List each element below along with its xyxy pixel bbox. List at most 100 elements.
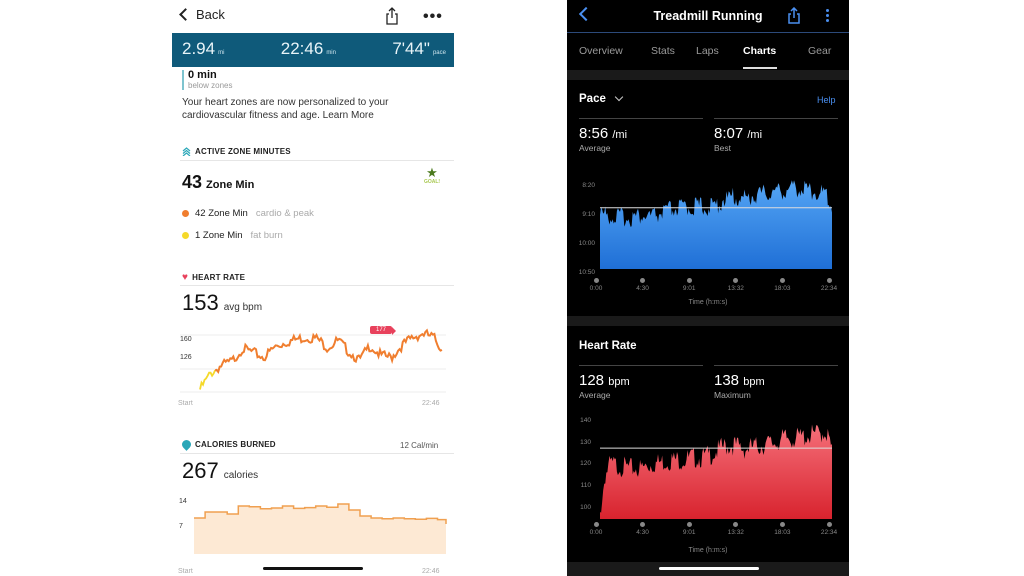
calories-title-text: CALORIES BURNED: [195, 440, 276, 449]
x-tick-dot[interactable]: [593, 278, 599, 283]
divider: [180, 453, 454, 454]
stat-value: 128: [579, 372, 605, 389]
calories-total: 267 calories: [182, 458, 258, 484]
azm-total-value: 43: [182, 172, 203, 192]
share-icon[interactable]: [787, 7, 801, 24]
hr-line: [214, 328, 443, 375]
goal-label: GOAL!: [423, 179, 441, 185]
calories-total-value: 267: [182, 458, 219, 483]
x-tick-dot[interactable]: [593, 522, 599, 527]
hr-warmup-line: [199, 369, 216, 390]
x-tick-label: 0:00: [589, 529, 603, 536]
below-zones-label: below zones: [188, 81, 233, 90]
x-start-label: Start: [178, 568, 193, 575]
x-tick-label: 18:03: [774, 285, 791, 292]
summary-bar: 2.94 mi 22:46 min 7'44" pace: [172, 33, 454, 67]
x-axis-label: Time (h:m:s): [688, 299, 728, 306]
fitbit-app-screen: Back ••• 2.94 mi 22:46 min 7'44" pace 0 …: [172, 0, 454, 576]
tab-charts[interactable]: Charts: [743, 45, 776, 57]
stat-value: 8:07: [714, 125, 744, 142]
stat-unit: bpm: [743, 376, 765, 388]
stat-label: Average: [579, 143, 611, 153]
calories-rate: 12 Cal/min: [400, 441, 439, 450]
hr-average: 128 bpm Average: [579, 372, 630, 400]
x-tick-label: 13:32: [727, 529, 744, 536]
x-tick-label: 9:01: [682, 285, 696, 292]
zone-row-label: fat burn: [250, 230, 283, 241]
zone-row-value: 42 Zone Min: [195, 208, 248, 219]
section-gap: [567, 316, 849, 326]
chevron-left-icon: [179, 8, 192, 21]
x-tick-dot[interactable]: [779, 522, 785, 527]
back-label: Back: [196, 7, 225, 22]
heart-rate-chart: [180, 328, 446, 393]
distance-unit: mi: [218, 50, 225, 56]
x-tick-dot[interactable]: [640, 278, 646, 283]
zone-row-label: cardio & peak: [255, 208, 314, 219]
below-zones-value: 0 min: [188, 69, 217, 81]
zone-row-cardio: 42 Zone Min cardio & peak: [182, 208, 314, 219]
pace-value: 7'44": [392, 39, 430, 58]
tab-overview[interactable]: Overview: [579, 45, 623, 57]
x-tick-dot[interactable]: [826, 278, 832, 283]
duration-value: 22:46: [280, 39, 324, 58]
help-link[interactable]: Help: [817, 95, 836, 105]
zone-note[interactable]: Your heart zones are now personalized to…: [182, 96, 442, 122]
divider: [180, 285, 454, 286]
distance-stat: 2.94 mi: [182, 39, 224, 59]
tab-bar: Overview Stats Laps Charts Gear: [567, 34, 849, 70]
orange-dot-icon: [182, 210, 189, 217]
x-tick-dot[interactable]: [779, 278, 785, 283]
pace-selector[interactable]: Pace: [579, 92, 624, 105]
home-indicator[interactable]: [659, 567, 759, 570]
heart-rate-title-text: HEART RATE: [192, 273, 246, 282]
active-tab-indicator: [743, 67, 777, 69]
stat-value: 8:56: [579, 125, 609, 142]
more-icon[interactable]: [826, 9, 830, 24]
x-tick-dot[interactable]: [826, 522, 832, 527]
x-tick-dot[interactable]: [733, 522, 739, 527]
x-tick-dot[interactable]: [686, 278, 692, 283]
heart-rate-avg: 153 avg bpm: [182, 290, 262, 316]
duration-stat: 22:46 min: [281, 39, 336, 59]
tab-gear[interactable]: Gear: [808, 45, 831, 57]
x-tick-label: 22:34: [820, 529, 838, 536]
x-tick-dot[interactable]: [640, 522, 646, 527]
tab-stats[interactable]: Stats: [651, 45, 675, 57]
hr-maximum: 138 bpm Maximum: [714, 372, 765, 400]
area-series: [600, 180, 832, 269]
x-axis-label: Time (h:m:s): [688, 547, 728, 554]
x-start-label: Start: [178, 400, 193, 407]
comparison-screenshot: Back ••• 2.94 mi 22:46 min 7'44" pace 0 …: [0, 0, 1024, 576]
heart-rate-chart: [600, 424, 832, 519]
x-end-label: 22:46: [422, 400, 440, 407]
share-icon[interactable]: [385, 7, 399, 25]
calories-title: CALORIES BURNED: [180, 438, 276, 451]
back-button[interactable]: Back: [178, 7, 225, 22]
x-end-label: 22:46: [422, 568, 440, 575]
stat-label: Maximum: [714, 390, 751, 400]
divider: [579, 365, 703, 366]
stat-label: Best: [714, 143, 732, 153]
heart-rate-title: Heart Rate: [579, 340, 637, 352]
peak-badge: 177: [370, 326, 397, 335]
calories-total-unit: calories: [223, 470, 259, 481]
tab-laps[interactable]: Laps: [696, 45, 719, 57]
flame-icon: [180, 438, 193, 451]
heart-rate-title: ♥ HEART RATE: [182, 272, 245, 283]
nav-bar: Treadmill Running: [567, 0, 849, 33]
x-tick-label: 9:01: [682, 529, 696, 536]
heart-icon: ♥: [182, 272, 189, 283]
calories-area: [194, 504, 446, 554]
x-tick-dot[interactable]: [733, 278, 739, 283]
azm-title: ACTIVE ZONE MINUTES: [182, 147, 291, 156]
pace-unit: pace: [432, 50, 446, 56]
pace-title: Pace: [579, 93, 606, 105]
pace-average: 8:56 /mi Average: [579, 125, 627, 153]
stat-unit: bpm: [608, 376, 630, 388]
home-indicator[interactable]: [263, 567, 363, 570]
more-icon[interactable]: •••: [423, 8, 443, 26]
x-tick-dot[interactable]: [686, 522, 692, 527]
stat-unit: /mi: [747, 129, 763, 141]
divider: [180, 160, 454, 161]
